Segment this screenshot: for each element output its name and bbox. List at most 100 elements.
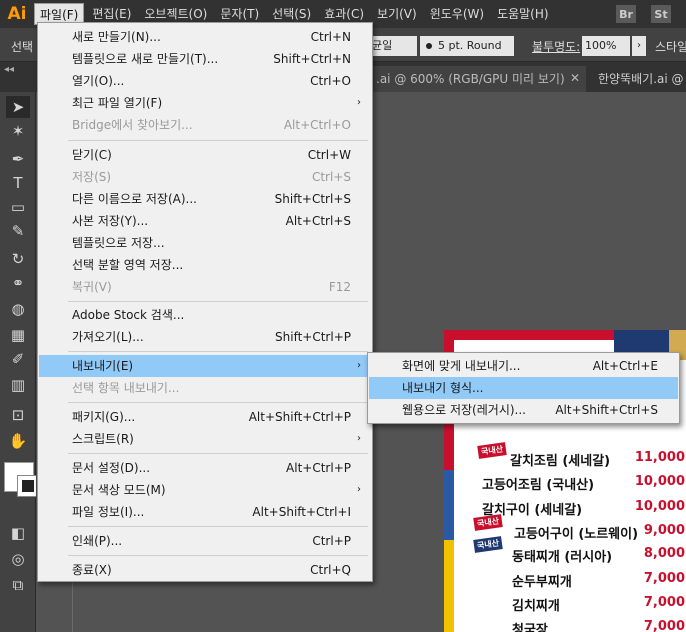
menu-shortcut: Ctrl+N: [310, 30, 351, 44]
poster-menu-row: 김치찌개 7,000: [444, 595, 686, 619]
brush-dot-icon: [426, 43, 432, 49]
tab-document-1[interactable]: .ai @ 600% (RGB/GPU 미리 보기): [368, 66, 586, 92]
menu-label: 열기(O)...: [72, 74, 125, 88]
export-for-screens[interactable]: 화면에 맞게 내보내기... Alt+Ctrl+E: [369, 355, 678, 377]
app-logo: Ai: [7, 4, 27, 24]
paintbrush-tool-icon[interactable]: ✎: [6, 220, 30, 242]
file-menu-file-info[interactable]: 파일 정보(I)... Alt+Shift+Ctrl+I: [39, 501, 371, 523]
file-menu-open-recent[interactable]: 최근 파일 열기(F) ›: [39, 92, 371, 114]
type-tool-icon[interactable]: T: [6, 172, 30, 194]
tab-document-2[interactable]: 한양뚝배기.ai @: [590, 66, 686, 92]
brush-dropdown[interactable]: 5 pt. Round: [420, 36, 514, 56]
menu-shortcut: Alt+Ctrl+S: [285, 214, 351, 228]
file-menu-save[interactable]: 저장(S) Ctrl+S: [39, 166, 371, 188]
menu-shortcut: Alt+Ctrl+O: [283, 118, 351, 132]
bridge-button[interactable]: Br: [616, 5, 636, 23]
poster-menu-name: 동태찌개 (러시아): [512, 550, 613, 565]
chevron-right-icon[interactable]: ›: [632, 36, 646, 56]
menu-shortcut: Alt+Shift+Ctrl+I: [252, 505, 351, 519]
drawing-mode-icon[interactable]: ◎: [6, 548, 30, 570]
file-menu-save-copy[interactable]: 사본 저장(Y)... Alt+Ctrl+S: [39, 210, 371, 232]
artboard-tool-icon[interactable]: ⊡: [6, 404, 30, 426]
menu-shortcut: Ctrl+P: [312, 534, 351, 548]
menu-shortcut: Shift+Ctrl+S: [274, 192, 351, 206]
shape-builder-icon[interactable]: ◍: [6, 298, 30, 320]
poster-menu-price: 8,000: [643, 546, 685, 561]
file-menu-save-slices[interactable]: 선택 분할 영역 저장...: [39, 254, 371, 276]
file-menu-exit[interactable]: 종료(X) Ctrl+Q: [39, 559, 371, 581]
save-for-web-legacy[interactable]: 웹용으로 저장(레거시)... Alt+Shift+Ctrl+S: [369, 399, 678, 421]
poster-menu-price: 11,000: [634, 450, 685, 465]
export-submenu: 화면에 맞게 내보내기... Alt+Ctrl+E 내보내기 형식... 웹용으…: [367, 352, 680, 424]
perspective-grid-icon[interactable]: ▦: [6, 324, 30, 346]
menu-shortcut: Alt+Shift+Ctrl+S: [555, 403, 658, 417]
menu-label: 패키지(G)...: [72, 410, 136, 424]
hand-tool-icon[interactable]: ✋: [6, 430, 30, 452]
rectangle-tool-icon[interactable]: ▭: [6, 196, 30, 218]
screen-mode-icon[interactable]: ⧉: [6, 574, 30, 596]
poster-menu-name: 갈치구이 (세네갈): [482, 503, 583, 518]
collapse-icon[interactable]: ◂◂: [4, 64, 14, 75]
opacity-input[interactable]: 100%: [582, 36, 630, 56]
menu-separator: [68, 526, 368, 527]
poster-menu-price: 10,000: [634, 474, 685, 489]
menu-window[interactable]: 윈도우(W): [425, 3, 489, 25]
style-label[interactable]: 스타일: [655, 38, 686, 55]
poster-menu-name: 김치찌개: [512, 599, 560, 614]
menu-shortcut: Ctrl+S: [311, 170, 351, 184]
menu-help[interactable]: 도움말(H): [492, 3, 554, 25]
file-menu-close[interactable]: 닫기(C) Ctrl+W: [39, 144, 371, 166]
file-menu-browse-bridge[interactable]: Bridge에서 찾아보기... Alt+Ctrl+O: [39, 114, 371, 136]
export-as[interactable]: 내보내기 형식...: [369, 377, 678, 399]
pen-tool-icon[interactable]: ✒: [6, 148, 30, 170]
width-tool-icon[interactable]: ⚭: [6, 272, 30, 294]
poster-red-band: [444, 330, 614, 340]
file-menu-export[interactable]: 내보내기(E) ›: [39, 355, 371, 377]
file-menu-document-setup[interactable]: 문서 설정(D)... Alt+Ctrl+P: [39, 457, 371, 479]
file-menu-adobe-stock[interactable]: Adobe Stock 검색...: [39, 304, 371, 326]
menu-view[interactable]: 보기(V): [372, 3, 422, 25]
opacity-label[interactable]: 불투명도:: [532, 38, 580, 55]
stock-button[interactable]: St: [651, 5, 671, 23]
menu-label: 다른 이름으로 저장(A)...: [72, 192, 197, 206]
menu-label: 복귀(V): [72, 280, 112, 294]
stroke-swatch[interactable]: [17, 475, 39, 497]
poster-menu-row: 갈치조림 (세네갈) 11,000: [444, 450, 686, 474]
graph-tool-icon[interactable]: ▥: [6, 374, 30, 396]
file-menu-place[interactable]: 가져오기(L)... Shift+Ctrl+P: [39, 326, 371, 348]
poster-menu-row: 동태찌개 (러시아) 8,000: [444, 546, 686, 570]
file-menu-new-from-template[interactable]: 템플릿으로 새로 만들기(T)... Shift+Ctrl+N: [39, 48, 371, 70]
menu-shortcut: Alt+Shift+Ctrl+P: [248, 410, 351, 424]
file-menu-dropdown: 새로 만들기(N)... Ctrl+N 템플릿으로 새로 만들기(T)... S…: [37, 22, 373, 582]
color-mode-icon[interactable]: ◧: [6, 522, 30, 544]
file-menu-package[interactable]: 패키지(G)... Alt+Shift+Ctrl+P: [39, 406, 371, 428]
close-icon[interactable]: ✕: [570, 71, 580, 85]
file-menu-scripts[interactable]: 스크립트(R) ›: [39, 428, 371, 450]
menu-shortcut: Alt+Ctrl+E: [592, 359, 658, 373]
menu-separator: [68, 453, 368, 454]
menu-label: 문서 색상 모드(M): [72, 483, 166, 497]
eyedropper-icon[interactable]: ✐: [6, 348, 30, 370]
menu-separator: [68, 351, 368, 352]
file-menu-export-selection[interactable]: 선택 항목 내보내기...: [39, 377, 371, 399]
file-menu-revert[interactable]: 복귀(V) F12: [39, 276, 371, 298]
menu-shortcut: F12: [328, 280, 351, 294]
file-menu-save-template[interactable]: 템플릿으로 저장...: [39, 232, 371, 254]
magic-wand-icon[interactable]: ✶: [6, 120, 30, 142]
poster-menu-row: 갈치구이 (세네갈) 10,000: [444, 499, 686, 523]
poster-menu-price: 10,000: [634, 499, 685, 514]
variable-width-dropdown[interactable]: 균일: [369, 36, 417, 56]
file-menu-save-as[interactable]: 다른 이름으로 저장(A)... Shift+Ctrl+S: [39, 188, 371, 210]
menu-label: 저장(S): [72, 170, 112, 184]
poster-menu-price: 7,000: [643, 619, 685, 632]
menu-shortcut: Alt+Ctrl+P: [286, 461, 351, 475]
file-menu-print[interactable]: 인쇄(P)... Ctrl+P: [39, 530, 371, 552]
rotate-tool-icon[interactable]: ↻: [6, 248, 30, 270]
selection-tool-icon[interactable]: ➤: [6, 96, 30, 118]
file-menu-document-color-mode[interactable]: 문서 색상 모드(M) ›: [39, 479, 371, 501]
menu-label: 최근 파일 열기(F): [72, 96, 163, 110]
chevron-right-icon: ›: [357, 360, 361, 371]
poster-menu-row: 청국장 7,000: [444, 619, 686, 632]
file-menu-open[interactable]: 열기(O)... Ctrl+O: [39, 70, 371, 92]
file-menu-new[interactable]: 새로 만들기(N)... Ctrl+N: [39, 26, 371, 48]
